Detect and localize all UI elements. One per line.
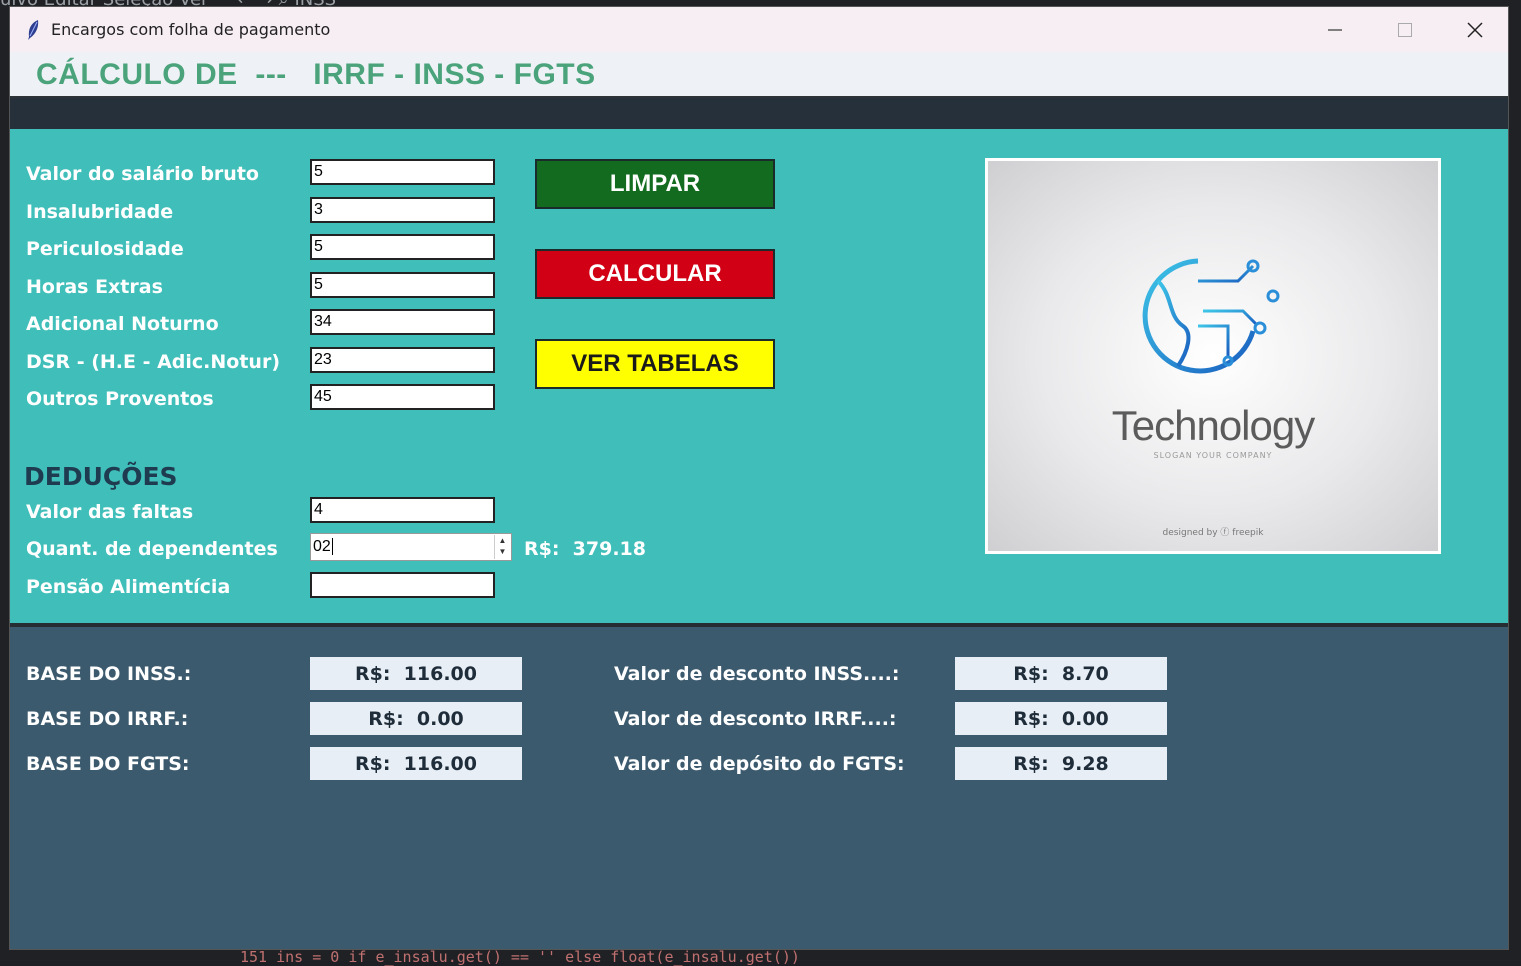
deducoes-heading: DEDUÇÕES xyxy=(24,462,178,491)
dark-separator-band xyxy=(10,98,1508,129)
background-code-line: 151 ins = 0 if e_insalu.get() == '' else… xyxy=(240,948,800,966)
ver-tabelas-button[interactable]: VER TABELAS xyxy=(535,339,775,389)
input-pensao-alimenticia[interactable] xyxy=(310,572,495,598)
label-outros-proventos: Outros Proventos xyxy=(26,388,214,410)
label-base-inss: BASE DO INSS.: xyxy=(26,663,192,685)
input-valor-faltas[interactable]: 4 xyxy=(310,497,495,523)
label-base-irrf: BASE DO IRRF.: xyxy=(26,708,189,730)
input-panel: Valor do salário bruto 5 Insalubridade 3… xyxy=(10,129,1508,623)
calcular-button[interactable]: CALCULAR xyxy=(535,249,775,299)
input-salario-bruto[interactable]: 5 xyxy=(310,159,495,185)
window-title: Encargos com folha de pagamento xyxy=(51,20,331,39)
label-base-fgts: BASE DO FGTS: xyxy=(26,753,190,775)
page-title: CÁLCULO DE --- IRRF - INSS - FGTS xyxy=(36,58,596,91)
spin-up-icon[interactable]: ▲ xyxy=(495,535,510,546)
close-icon xyxy=(1467,21,1483,38)
technology-word: Technology xyxy=(1111,402,1315,449)
globe-circuit-icon xyxy=(1142,258,1280,374)
label-quant-dependentes: Quant. de dependentes xyxy=(26,538,278,560)
feather-icon xyxy=(26,19,42,41)
technology-slogan: SLOGAN YOUR COMPANY xyxy=(1153,451,1273,460)
spin-arrows[interactable]: ▲ ▼ xyxy=(494,535,510,559)
app-window: Encargos com folha de pagamento CÁLCULO … xyxy=(9,6,1509,950)
label-desconto-inss: Valor de desconto INSS....: xyxy=(614,663,900,685)
spin-down-icon[interactable]: ▼ xyxy=(495,546,510,557)
value-base-irrf: R$: 0.00 xyxy=(310,702,522,735)
value-deposito-fgts: R$: 9.28 xyxy=(955,747,1167,780)
input-insalubridade[interactable]: 3 xyxy=(310,197,495,223)
value-desconto-irrf: R$: 0.00 xyxy=(955,702,1167,735)
value-desconto-inss: R$: 8.70 xyxy=(955,657,1167,690)
label-adicional-noturno: Adicional Noturno xyxy=(26,313,219,335)
title-bar[interactable]: Encargos com folha de pagamento xyxy=(10,7,1508,52)
label-valor-faltas: Valor das faltas xyxy=(26,501,194,523)
label-periculosidade: Periculosidade xyxy=(26,238,184,260)
input-outros-proventos[interactable]: 45 xyxy=(310,384,495,410)
technology-logo-image: Technology SLOGAN YOUR COMPANY designed … xyxy=(985,158,1441,554)
close-button[interactable] xyxy=(1440,7,1508,52)
label-deposito-fgts: Valor de depósito do FGTS: xyxy=(614,753,905,775)
text-cursor xyxy=(331,538,333,555)
label-desconto-irrf: Valor de desconto IRRF....: xyxy=(614,708,897,730)
label-salario-bruto: Valor do salário bruto xyxy=(26,163,259,185)
minimize-icon xyxy=(1328,28,1342,31)
technology-credit: designed by ⓕ freepik xyxy=(1162,528,1264,538)
panel-separator xyxy=(10,623,1508,627)
input-periculosidade[interactable]: 5 xyxy=(310,234,495,260)
dependentes-deducao-value: R$: 379.18 xyxy=(524,538,646,560)
dependentes-value: 02 xyxy=(313,538,331,555)
minimize-button[interactable] xyxy=(1300,7,1370,52)
background-left-strip xyxy=(0,40,8,961)
limpar-button[interactable]: LIMPAR xyxy=(535,159,775,209)
input-adicional-noturno[interactable]: 34 xyxy=(310,309,495,335)
label-pensao-alimenticia: Pensão Alimentícia xyxy=(26,576,231,598)
input-horas-extras[interactable]: 5 xyxy=(310,272,495,298)
label-horas-extras: Horas Extras xyxy=(26,276,163,298)
maximize-icon xyxy=(1398,22,1412,37)
dependentes-spinbox[interactable]: 02 ▲ ▼ xyxy=(310,533,512,561)
label-insalubridade: Insalubridade xyxy=(26,201,174,223)
input-dsr[interactable]: 23 xyxy=(310,347,495,373)
value-base-fgts: R$: 116.00 xyxy=(310,747,522,780)
value-base-inss: R$: 116.00 xyxy=(310,657,522,690)
header-band: CÁLCULO DE --- IRRF - INSS - FGTS xyxy=(10,52,1508,98)
label-dsr: DSR - (H.E - Adic.Notur) xyxy=(26,351,281,373)
maximize-button[interactable] xyxy=(1370,7,1440,52)
